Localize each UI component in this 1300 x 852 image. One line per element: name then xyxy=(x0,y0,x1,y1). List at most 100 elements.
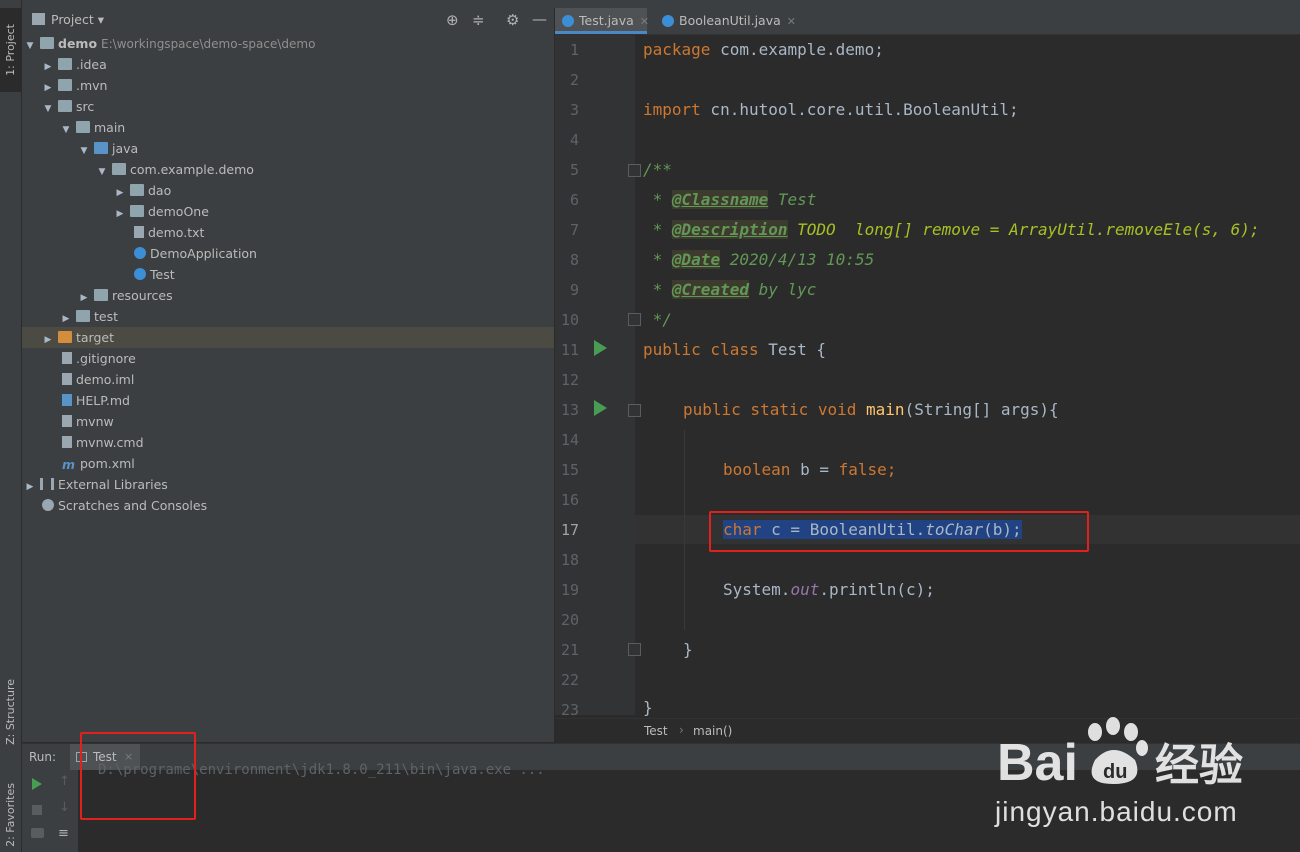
tree-item-help-md[interactable]: HELP.md xyxy=(62,390,130,411)
run-class-icon[interactable] xyxy=(594,340,607,356)
tab-booleanutil-java[interactable]: BooleanUtil.java ✕ xyxy=(655,8,819,34)
tree-item-demoapplication[interactable]: DemoApplication xyxy=(134,243,257,264)
tree-item-demo-txt[interactable]: demo.txt xyxy=(134,222,204,243)
tree-item-idea[interactable]: ▶ .idea xyxy=(42,54,107,75)
tree-item-dao[interactable]: ▶ dao xyxy=(114,180,172,201)
fold-icon[interactable] xyxy=(628,404,641,417)
keyword: boolean xyxy=(723,460,791,479)
annotation-highlight-box xyxy=(80,732,196,820)
tree-item-target[interactable]: ▶ target xyxy=(22,327,554,348)
project-view-selector[interactable]: Project ▾ xyxy=(51,12,104,27)
code-line-7: * @Description TODO long[] remove = Arra… xyxy=(643,220,1260,239)
line-number: 9 xyxy=(569,281,579,299)
text-file-icon xyxy=(134,226,144,238)
tree-item-test[interactable]: ▶ test xyxy=(60,306,118,327)
doc-tag: @Description xyxy=(671,220,788,239)
folder-icon xyxy=(76,121,90,133)
code-text: Test { xyxy=(758,340,827,359)
spring-class-icon xyxy=(134,247,146,259)
tree-item-main[interactable]: ▼ main xyxy=(60,117,126,138)
run-label: Run: xyxy=(29,750,57,764)
stop-icon[interactable] xyxy=(32,805,42,815)
class-icon xyxy=(562,15,574,27)
line-number: 4 xyxy=(569,131,579,149)
camera-icon[interactable] xyxy=(31,828,44,838)
tree-item-gitignore[interactable]: .gitignore xyxy=(62,348,136,369)
doc-text: * xyxy=(643,250,672,269)
hide-icon[interactable]: — xyxy=(532,10,547,28)
favorites-tool-tab-label: 2: Favorites xyxy=(4,783,17,847)
tree-item-mvn[interactable]: ▶ .mvn xyxy=(42,75,108,96)
expanded-arrow-icon: ▼ xyxy=(44,104,52,114)
tree-item-demoone[interactable]: ▶ demoOne xyxy=(114,201,209,222)
tab-label: BooleanUtil.java xyxy=(679,13,781,28)
class-icon xyxy=(662,15,674,27)
svg-text:Bai: Bai xyxy=(997,734,1078,792)
line-number: 13 xyxy=(560,401,579,419)
code-text: com.example.demo; xyxy=(710,40,884,59)
tree-item-java[interactable]: ▼ java xyxy=(78,138,139,159)
rerun-icon[interactable] xyxy=(32,778,42,790)
fold-icon[interactable] xyxy=(628,313,641,326)
tree-item-demo[interactable]: ▼ demo E:\workingspace\demo-space\demo xyxy=(24,33,316,54)
breadcrumb-method[interactable]: main() xyxy=(693,724,732,738)
fold-icon[interactable] xyxy=(628,643,641,656)
resources-folder-icon xyxy=(94,289,108,301)
code-line-10: */ xyxy=(643,310,672,329)
expanded-arrow-icon: ▼ xyxy=(80,146,88,156)
tree-item-mvnw[interactable]: mvnw xyxy=(62,411,114,432)
tree-item-label: com.example.demo xyxy=(130,162,254,177)
code-line-21: } xyxy=(683,640,693,659)
project-tool-tab[interactable]: 1: Project xyxy=(0,8,21,92)
code-line-6: * @Classname Test xyxy=(643,190,816,209)
tree-item-src[interactable]: ▼ src xyxy=(42,96,95,117)
code-text: (String[] args){ xyxy=(904,400,1059,419)
tree-item-resources[interactable]: ▶ resources xyxy=(78,285,173,306)
baidu-logo-icon: Bai du 经验 xyxy=(997,717,1243,792)
keyword: public static void xyxy=(683,400,857,419)
structure-tool-tab[interactable]: Z: Structure xyxy=(0,679,21,745)
arrow-up-icon[interactable]: ↑ xyxy=(59,774,70,789)
close-icon[interactable]: ✕ xyxy=(787,15,796,28)
expanded-arrow-icon: ▼ xyxy=(62,125,70,135)
breadcrumb-separator: › xyxy=(679,723,684,737)
collapse-all-icon[interactable]: ≑ xyxy=(472,11,485,29)
module-path: E:\workingspace\demo-space\demo xyxy=(101,37,316,51)
favorites-tool-tab[interactable]: 2: Favorites xyxy=(0,780,21,850)
tree-item-label: test xyxy=(94,309,119,324)
tree-item-label: dao xyxy=(148,183,172,198)
run-main-icon[interactable] xyxy=(594,400,607,416)
method-name: main xyxy=(856,400,905,419)
line-number: 22 xyxy=(560,671,579,689)
arrow-down-icon[interactable]: ↓ xyxy=(59,800,70,815)
line-number: 7 xyxy=(569,221,579,239)
code-editor[interactable] xyxy=(555,35,1300,718)
keyword: package xyxy=(643,40,711,59)
tree-item-label: src xyxy=(76,99,95,114)
tree-item-mvnw-cmd[interactable]: mvnw.cmd xyxy=(62,432,144,453)
tree-item-label: .gitignore xyxy=(76,351,136,366)
close-icon[interactable]: ✕ xyxy=(640,15,649,28)
tree-item-label: External Libraries xyxy=(58,477,168,492)
gear-icon[interactable]: ⚙ xyxy=(506,11,519,29)
tree-item-pom-xml[interactable]: m pom.xml xyxy=(62,453,135,474)
breadcrumb-class[interactable]: Test xyxy=(644,724,668,738)
doc-tag: @Created xyxy=(671,280,749,299)
tree-item-demo-iml[interactable]: demo.iml xyxy=(62,369,134,390)
tree-item-label: demo.iml xyxy=(76,372,135,387)
tree-item-package[interactable]: ▼ com.example.demo xyxy=(96,159,254,180)
tree-item-external-libraries[interactable]: ▶ External Libraries xyxy=(24,474,168,495)
tree-item-label: pom.xml xyxy=(80,456,135,471)
doc-text: * xyxy=(643,190,672,209)
keyword: import xyxy=(643,100,701,119)
tree-item-scratches[interactable]: Scratches and Consoles xyxy=(42,495,207,516)
tab-test-java[interactable]: Test.java ✕ xyxy=(555,8,649,34)
soft-wrap-icon[interactable]: ≡ xyxy=(58,826,69,841)
doc-text: Test xyxy=(768,190,817,209)
locate-icon[interactable]: ⊕ xyxy=(446,11,459,29)
tree-item-test-class[interactable]: Test xyxy=(134,264,175,285)
module-folder-icon xyxy=(40,37,54,49)
fold-icon[interactable] xyxy=(628,164,641,177)
tree-item-label: java xyxy=(112,141,139,156)
project-view-title: Project xyxy=(51,12,94,27)
